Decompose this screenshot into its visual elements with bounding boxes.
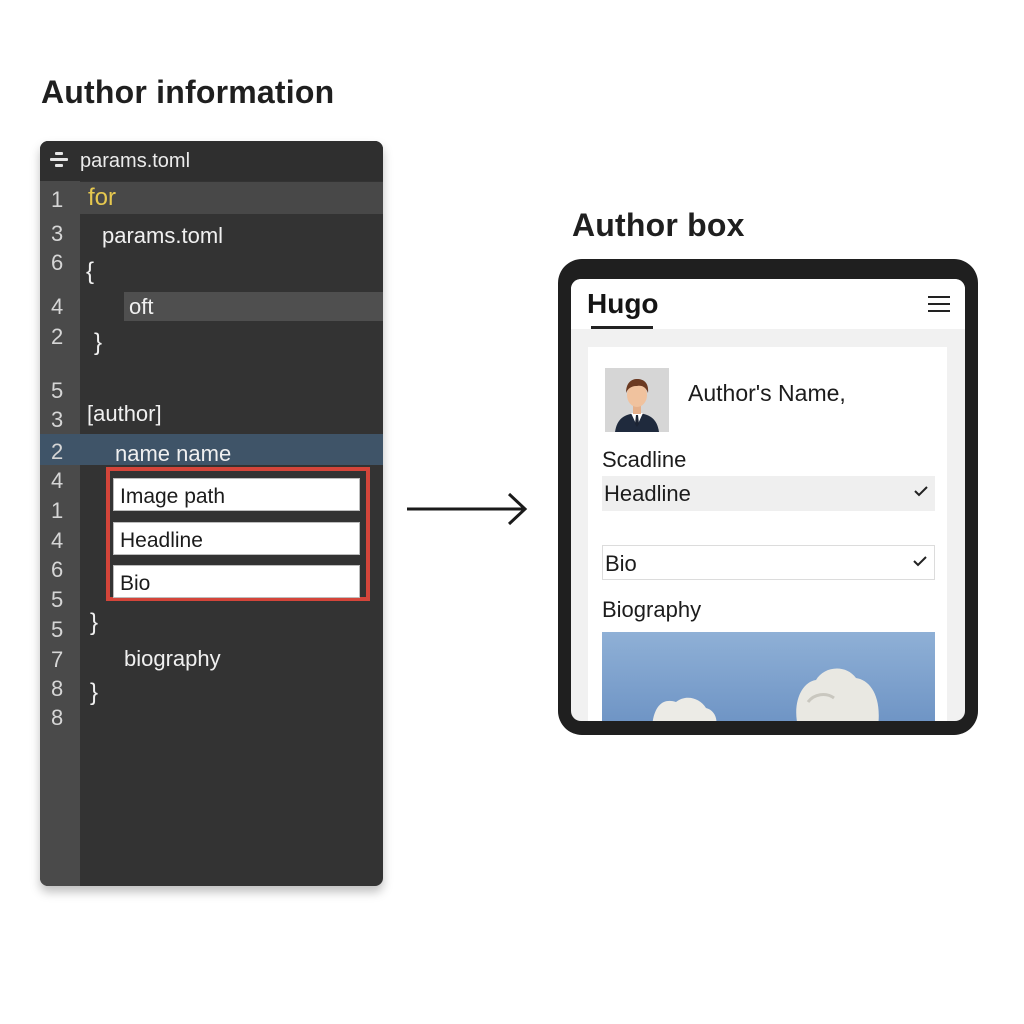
headline-value: Headline <box>604 481 691 506</box>
line-number: 5 <box>51 587 64 612</box>
check-icon <box>913 556 927 567</box>
sky-image <box>602 632 935 721</box>
author-card: Author's Name, Scadline Headline Bio Bio… <box>588 347 947 721</box>
code-line-oft: oft <box>129 294 154 319</box>
line-number: 2 <box>51 439 64 464</box>
code-line-biography: biography <box>124 646 221 671</box>
selection-highlight <box>124 292 383 321</box>
code-line-params: params.toml <box>102 223 224 248</box>
brand-underline <box>591 326 653 329</box>
editor-title-bar: params.toml <box>40 141 383 181</box>
menu-icon[interactable] <box>50 150 68 170</box>
line-number: 8 <box>51 705 64 730</box>
current-line-highlight <box>80 182 383 214</box>
line-number: 3 <box>51 407 64 432</box>
line-number: 3 <box>51 221 64 246</box>
code-editor: params.toml 1 3 6 4 2 5 3 2 4 1 4 6 5 5 … <box>40 141 383 886</box>
bio-field[interactable]: Bio <box>113 565 360 598</box>
image-path-field[interactable]: Image path <box>113 478 360 511</box>
line-number: 4 <box>51 468 64 493</box>
person-icon <box>605 368 669 432</box>
scadline-label: Scadline <box>602 447 687 472</box>
line-number: 6 <box>51 250 64 275</box>
biography-image <box>602 632 935 721</box>
biography-label: Biography <box>602 597 702 622</box>
author-name: Author's Name, <box>688 380 846 406</box>
arrow-right-icon <box>407 492 528 526</box>
line-number: 8 <box>51 676 64 701</box>
line-number: 1 <box>51 187 64 212</box>
site-brand[interactable]: Hugo <box>587 288 659 320</box>
line-number: 2 <box>51 324 64 349</box>
line-number: 7 <box>51 647 64 672</box>
bio-select[interactable]: Bio <box>602 545 935 580</box>
line-number: 6 <box>51 557 64 582</box>
line-number: 4 <box>51 528 64 553</box>
code-line-for: for <box>88 184 117 211</box>
line-number: 1 <box>51 498 64 523</box>
line-number: 5 <box>51 378 64 403</box>
author-information-heading: Author information <box>41 74 335 110</box>
device-frame: Hugo Author's Name, Scadline Headline Bi… <box>558 259 978 735</box>
code-open-brace: { <box>86 258 95 285</box>
author-box-heading: Author box <box>572 207 745 243</box>
code-close-brace: } <box>90 609 99 636</box>
line-number: 4 <box>51 294 64 319</box>
author-avatar <box>605 368 669 432</box>
code-close-brace: } <box>94 329 103 356</box>
check-icon <box>914 486 928 497</box>
device-screen: Hugo Author's Name, Scadline Headline Bi… <box>571 279 965 721</box>
hamburger-menu-icon[interactable] <box>928 295 950 313</box>
line-number: 5 <box>51 617 64 642</box>
code-line-author-section: [author] <box>87 401 162 426</box>
headline-field[interactable]: Headline <box>113 522 360 555</box>
bio-value: Bio <box>605 551 637 576</box>
file-name[interactable]: params.toml <box>80 150 190 173</box>
code-line-name: name name <box>115 441 232 466</box>
headline-select[interactable]: Headline <box>602 476 935 511</box>
site-header: Hugo <box>571 279 965 329</box>
code-close-brace: } <box>90 679 99 706</box>
